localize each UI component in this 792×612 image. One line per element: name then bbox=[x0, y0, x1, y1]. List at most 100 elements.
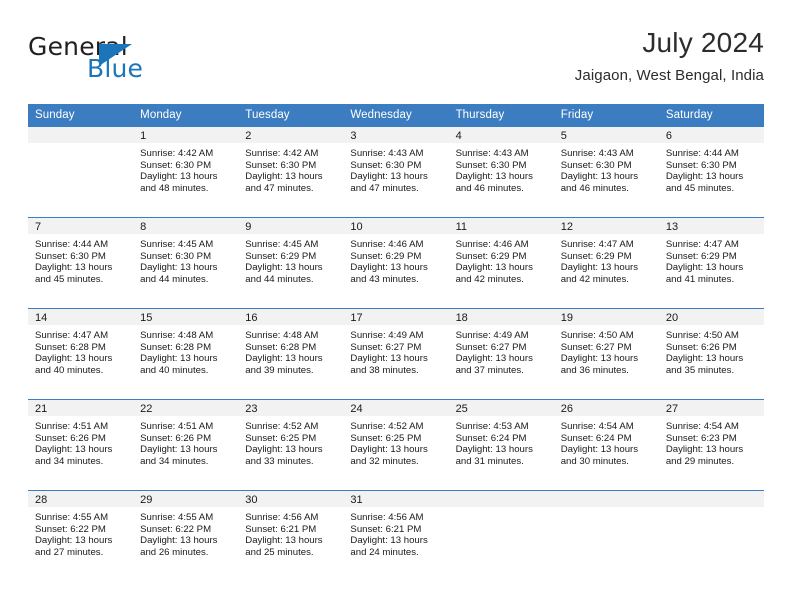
weekday-header-tuesday: Tuesday bbox=[238, 104, 344, 127]
sunset-text: Sunset: 6:29 PM bbox=[350, 250, 422, 262]
daylight-text-line2: and 42 minutes. bbox=[560, 273, 629, 285]
day-number: 10 bbox=[343, 218, 449, 234]
calendar-day-cell[interactable]: 15 Sunrise: 4:48 AM Sunset: 6:28 PM Dayligh… bbox=[133, 308, 239, 400]
calendar-day-cell[interactable]: 26 Sunrise: 4:54 AM Sunset: 6:24 PM Dayligh… bbox=[553, 399, 659, 491]
day-number: 6 bbox=[658, 127, 764, 143]
day-number: 26 bbox=[553, 400, 659, 416]
sunset-text: Sunset: 6:26 PM bbox=[35, 432, 106, 444]
sunrise-text: Sunrise: 4:55 AM bbox=[35, 512, 109, 523]
sunrise-text: Sunrise: 4:44 AM bbox=[35, 239, 109, 250]
calendar-day-cell[interactable]: 19 Sunrise: 4:50 AM Sunset: 6:27 PM Dayligh… bbox=[553, 308, 659, 400]
calendar-day-cell[interactable]: 1 Sunrise: 4:42 AM Sunset: 6:30 PM Daylight… bbox=[133, 126, 239, 218]
day-number bbox=[28, 127, 134, 143]
daylight-text-line2: and 26 minutes. bbox=[140, 546, 209, 558]
calendar-day-cell[interactable]: 30 Sunrise: 4:56 AM Sunset: 6:21 PM Dayligh… bbox=[238, 490, 344, 581]
daylight-text-line1: Daylight: 13 hours bbox=[560, 262, 639, 274]
calendar-table: Sunday Monday Tuesday Wednesday Thursday… bbox=[28, 104, 764, 581]
daylight-text-line1: Daylight: 13 hours bbox=[140, 535, 218, 547]
calendar-day-cell[interactable]: 9 Sunrise: 4:45 AM Sunset: 6:29 PM Daylight… bbox=[238, 217, 344, 309]
calendar-day-cell[interactable]: 16 Sunrise: 4:48 AM Sunset: 6:28 PM Dayligh… bbox=[238, 308, 344, 400]
daylight-text-line1: Daylight: 13 hours bbox=[350, 262, 428, 274]
logo-text-blue: Blue bbox=[87, 54, 144, 83]
sunrise-text: Sunrise: 4:52 AM bbox=[350, 421, 424, 432]
calendar-day-cell[interactable]: 13 Sunrise: 4:47 AM Sunset: 6:29 PM Dayligh… bbox=[658, 217, 764, 309]
calendar-day-cell[interactable]: 3 Sunrise: 4:43 AM Sunset: 6:30 PM Daylight… bbox=[343, 126, 449, 218]
sunset-text: Sunset: 6:30 PM bbox=[665, 159, 737, 171]
sunrise-text: Sunrise: 4:50 AM bbox=[560, 330, 634, 341]
sunrise-text: Sunrise: 4:43 AM bbox=[560, 148, 634, 159]
day-number: 18 bbox=[448, 309, 554, 325]
daylight-text-line2: and 44 minutes. bbox=[245, 273, 314, 285]
calendar-day-cell[interactable]: 2 Sunrise: 4:42 AM Sunset: 6:30 PM Daylight… bbox=[238, 126, 344, 218]
daylight-text-line1: Daylight: 13 hours bbox=[350, 535, 428, 547]
day-number: 17 bbox=[343, 309, 449, 325]
sunset-text: Sunset: 6:23 PM bbox=[665, 432, 737, 444]
daylight-text-line2: and 24 minutes. bbox=[350, 546, 419, 558]
day-number: 8 bbox=[133, 218, 239, 234]
daylight-text-line1: Daylight: 13 hours bbox=[455, 353, 533, 365]
daylight-text-line1: Daylight: 13 hours bbox=[350, 353, 428, 365]
daylight-text-line1: Daylight: 13 hours bbox=[455, 262, 533, 274]
calendar-day-cell[interactable]: 28 Sunrise: 4:55 AM Sunset: 6:22 PM Dayligh… bbox=[28, 490, 134, 581]
daylight-text-line2: and 31 minutes. bbox=[455, 455, 524, 467]
daylight-text-line1: Daylight: 13 hours bbox=[140, 353, 218, 365]
day-details: Sunrise: 4:56 AM Sunset: 6:21 PM Daylight:… bbox=[343, 507, 448, 558]
calendar-day-cell[interactable]: 21 Sunrise: 4:51 AM Sunset: 6:26 PM Dayligh… bbox=[28, 399, 134, 491]
page-title: July 2024 bbox=[642, 27, 764, 58]
calendar-day-cell[interactable]: 24 Sunrise: 4:52 AM Sunset: 6:25 PM Dayligh… bbox=[343, 399, 449, 491]
day-number: 20 bbox=[658, 309, 764, 325]
daylight-text-line1: Daylight: 13 hours bbox=[665, 262, 744, 274]
sunset-text: Sunset: 6:26 PM bbox=[140, 432, 212, 444]
calendar-day-cell[interactable]: 23 Sunrise: 4:52 AM Sunset: 6:25 PM Dayligh… bbox=[238, 399, 344, 491]
calendar-day-cell-empty bbox=[448, 490, 554, 581]
daylight-text-line2: and 30 minutes. bbox=[560, 455, 629, 467]
sunset-text: Sunset: 6:28 PM bbox=[140, 341, 212, 353]
calendar-day-cell[interactable]: 14 Sunrise: 4:47 AM Sunset: 6:28 PM Dayligh… bbox=[28, 308, 134, 400]
daylight-text-line2: and 48 minutes. bbox=[140, 182, 209, 194]
day-number: 28 bbox=[28, 491, 134, 507]
calendar-day-cell[interactable]: 5 Sunrise: 4:43 AM Sunset: 6:30 PM Daylight… bbox=[553, 126, 659, 218]
weekday-header-thursday: Thursday bbox=[448, 104, 554, 127]
daylight-text-line2: and 32 minutes. bbox=[350, 455, 419, 467]
sunset-text: Sunset: 6:24 PM bbox=[455, 432, 527, 444]
daylight-text-line2: and 46 minutes. bbox=[455, 182, 524, 194]
day-details: Sunrise: 4:54 AM Sunset: 6:23 PM Daylight:… bbox=[659, 416, 764, 467]
calendar-day-cell[interactable]: 29 Sunrise: 4:55 AM Sunset: 6:22 PM Dayligh… bbox=[133, 490, 239, 581]
day-details: Sunrise: 4:50 AM Sunset: 6:26 PM Daylight:… bbox=[659, 325, 764, 376]
sunrise-text: Sunrise: 4:43 AM bbox=[350, 148, 424, 159]
day-details: Sunrise: 4:42 AM Sunset: 6:30 PM Daylight:… bbox=[133, 143, 238, 194]
daylight-text-line1: Daylight: 13 hours bbox=[245, 444, 323, 456]
calendar-day-cell[interactable]: 11 Sunrise: 4:46 AM Sunset: 6:29 PM Dayligh… bbox=[448, 217, 554, 309]
calendar-day-cell[interactable]: 12 Sunrise: 4:47 AM Sunset: 6:29 PM Dayligh… bbox=[553, 217, 659, 309]
sunrise-text: Sunrise: 4:49 AM bbox=[455, 330, 529, 341]
calendar-day-cell[interactable]: 25 Sunrise: 4:53 AM Sunset: 6:24 PM Dayligh… bbox=[448, 399, 554, 491]
daylight-text-line2: and 45 minutes. bbox=[35, 273, 104, 285]
calendar-day-cell[interactable]: 18 Sunrise: 4:49 AM Sunset: 6:27 PM Dayligh… bbox=[448, 308, 554, 400]
day-details: Sunrise: 4:50 AM Sunset: 6:27 PM Daylight:… bbox=[554, 325, 659, 376]
sunset-text: Sunset: 6:27 PM bbox=[560, 341, 632, 353]
calendar-day-cell-empty bbox=[553, 490, 659, 581]
daylight-text-line1: Daylight: 13 hours bbox=[350, 444, 428, 456]
daylight-text-line1: Daylight: 13 hours bbox=[455, 171, 533, 183]
sunrise-text: Sunrise: 4:55 AM bbox=[140, 512, 214, 523]
calendar-day-cell[interactable]: 8 Sunrise: 4:45 AM Sunset: 6:30 PM Daylight… bbox=[133, 217, 239, 309]
calendar-day-cell[interactable]: 20 Sunrise: 4:50 AM Sunset: 6:26 PM Dayligh… bbox=[658, 308, 764, 400]
day-number bbox=[553, 491, 659, 507]
calendar-day-cell[interactable]: 27 Sunrise: 4:54 AM Sunset: 6:23 PM Dayligh… bbox=[658, 399, 764, 491]
sunrise-text: Sunrise: 4:47 AM bbox=[665, 239, 739, 250]
calendar-day-cell[interactable]: 6 Sunrise: 4:44 AM Sunset: 6:30 PM Daylight… bbox=[658, 126, 764, 218]
sunrise-text: Sunrise: 4:52 AM bbox=[245, 421, 319, 432]
sunrise-text: Sunrise: 4:51 AM bbox=[140, 421, 214, 432]
calendar-day-cell[interactable]: 7 Sunrise: 4:44 AM Sunset: 6:30 PM Daylight… bbox=[28, 217, 134, 309]
weekday-header-row: Sunday Monday Tuesday Wednesday Thursday… bbox=[28, 104, 764, 127]
calendar-day-cell[interactable]: 4 Sunrise: 4:43 AM Sunset: 6:30 PM Daylight… bbox=[448, 126, 554, 218]
sunset-text: Sunset: 6:30 PM bbox=[560, 159, 632, 171]
daylight-text-line1: Daylight: 13 hours bbox=[35, 444, 113, 456]
calendar-day-cell[interactable]: 31 Sunrise: 4:56 AM Sunset: 6:21 PM Dayligh… bbox=[343, 490, 449, 581]
sunrise-text: Sunrise: 4:48 AM bbox=[245, 330, 319, 341]
day-number bbox=[658, 491, 764, 507]
sunrise-text: Sunrise: 4:50 AM bbox=[665, 330, 739, 341]
calendar-day-cell[interactable]: 17 Sunrise: 4:49 AM Sunset: 6:27 PM Dayligh… bbox=[343, 308, 449, 400]
calendar-day-cell[interactable]: 22 Sunrise: 4:51 AM Sunset: 6:26 PM Dayligh… bbox=[133, 399, 239, 491]
calendar-day-cell[interactable]: 10 Sunrise: 4:46 AM Sunset: 6:29 PM Dayligh… bbox=[343, 217, 449, 309]
